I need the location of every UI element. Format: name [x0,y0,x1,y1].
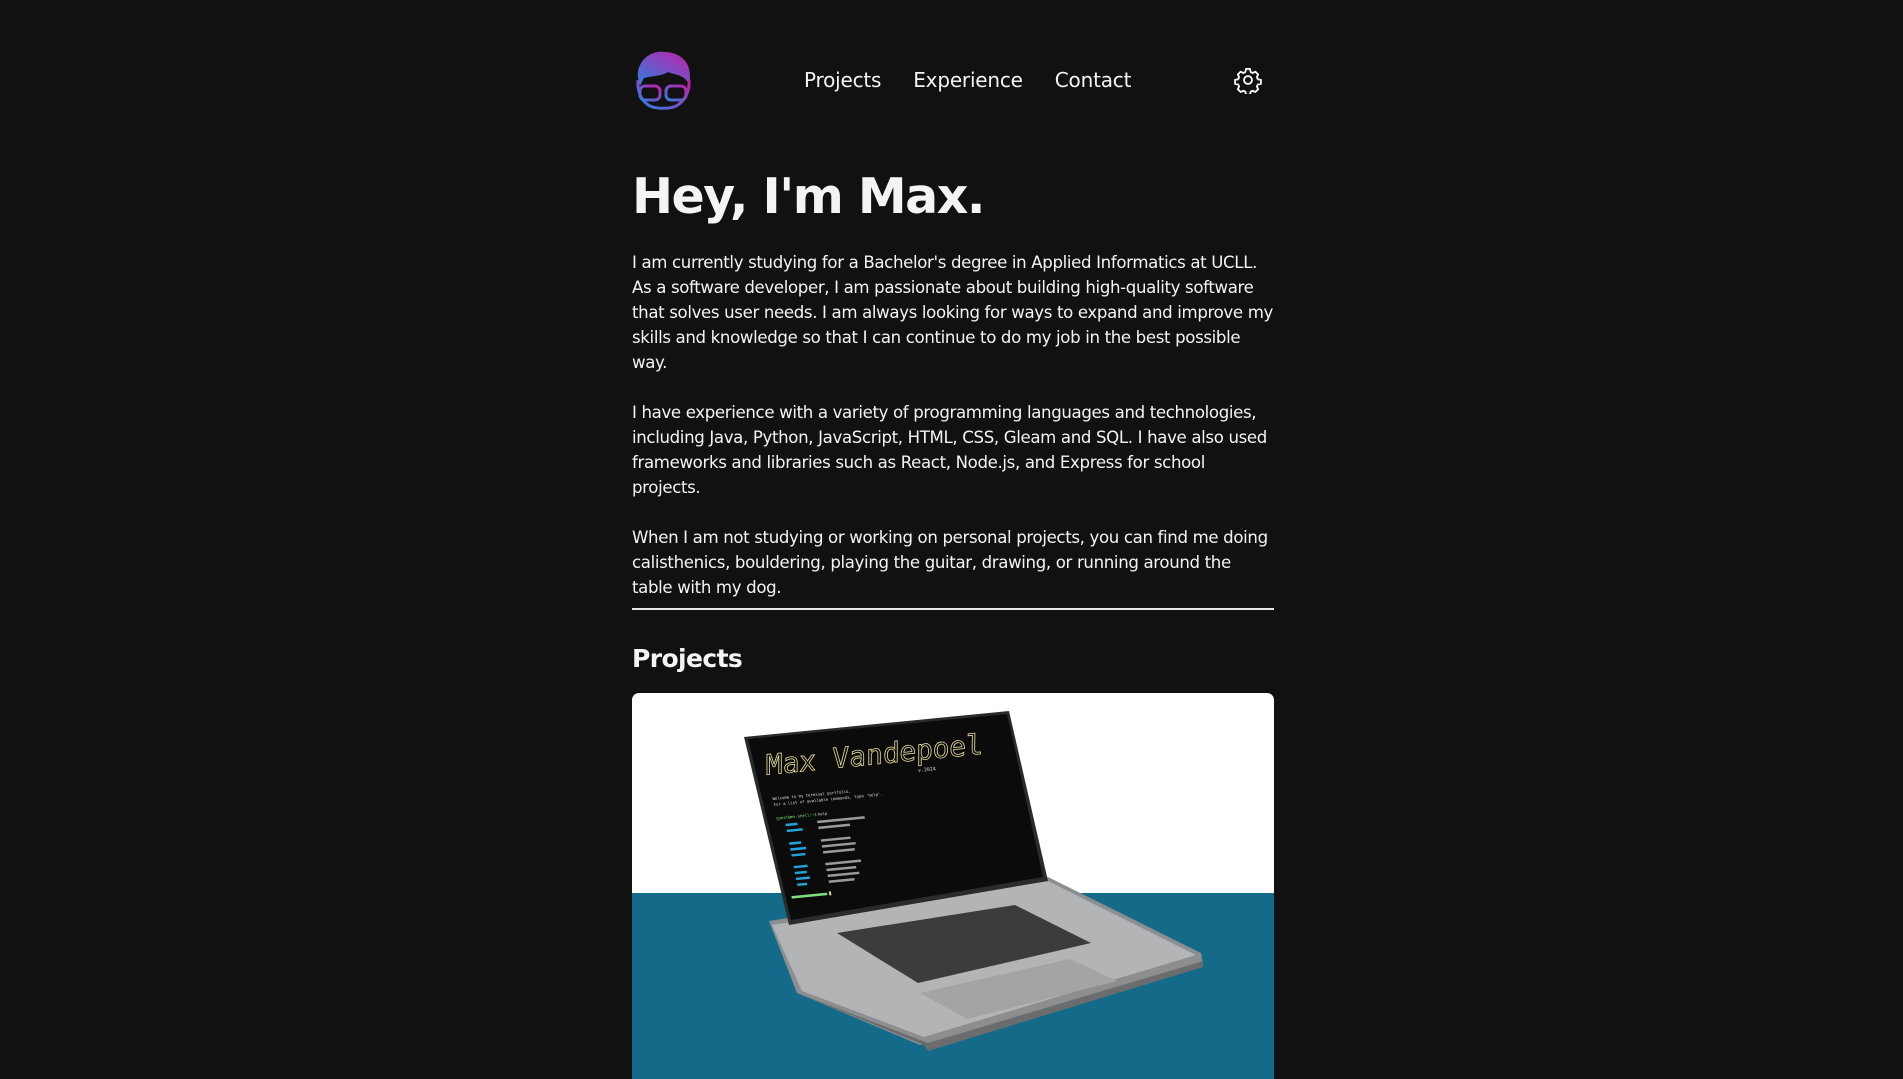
main-column: Projects Experience Contact Hey, I'm Max… [632,0,1274,1079]
gear-icon[interactable] [1234,66,1262,94]
main-nav: Projects Experience Contact [804,68,1131,92]
project-card-terminal-portfolio[interactable]: Max Vandepoel v.2024 Welcome to my termi… [632,693,1274,1079]
bio-paragraph-3: When I am not studying or working on per… [632,528,1268,597]
laptop-project-image: Max Vandepoel v.2024 Welcome to my termi… [744,711,1203,1051]
nav-link-experience[interactable]: Experience [913,68,1023,92]
site-header: Projects Experience Contact [632,0,1274,164]
bio-text: I am currently studying for a Bachelor's… [632,250,1274,625]
projects-heading: Projects [632,644,743,673]
section-divider [632,608,1274,610]
page-title: Hey, I'm Max. [632,168,985,225]
nav-link-projects[interactable]: Projects [804,68,881,92]
nav-link-contact[interactable]: Contact [1055,68,1132,92]
screen-command: help [817,811,828,817]
bio-paragraph-2: I have experience with a variety of prog… [632,403,1267,497]
bio-paragraph-1: I am currently studying for a Bachelor's… [632,253,1273,372]
avatar-logo-icon[interactable] [632,48,694,110]
portfolio-page: Projects Experience Contact Hey, I'm Max… [0,0,1903,1079]
